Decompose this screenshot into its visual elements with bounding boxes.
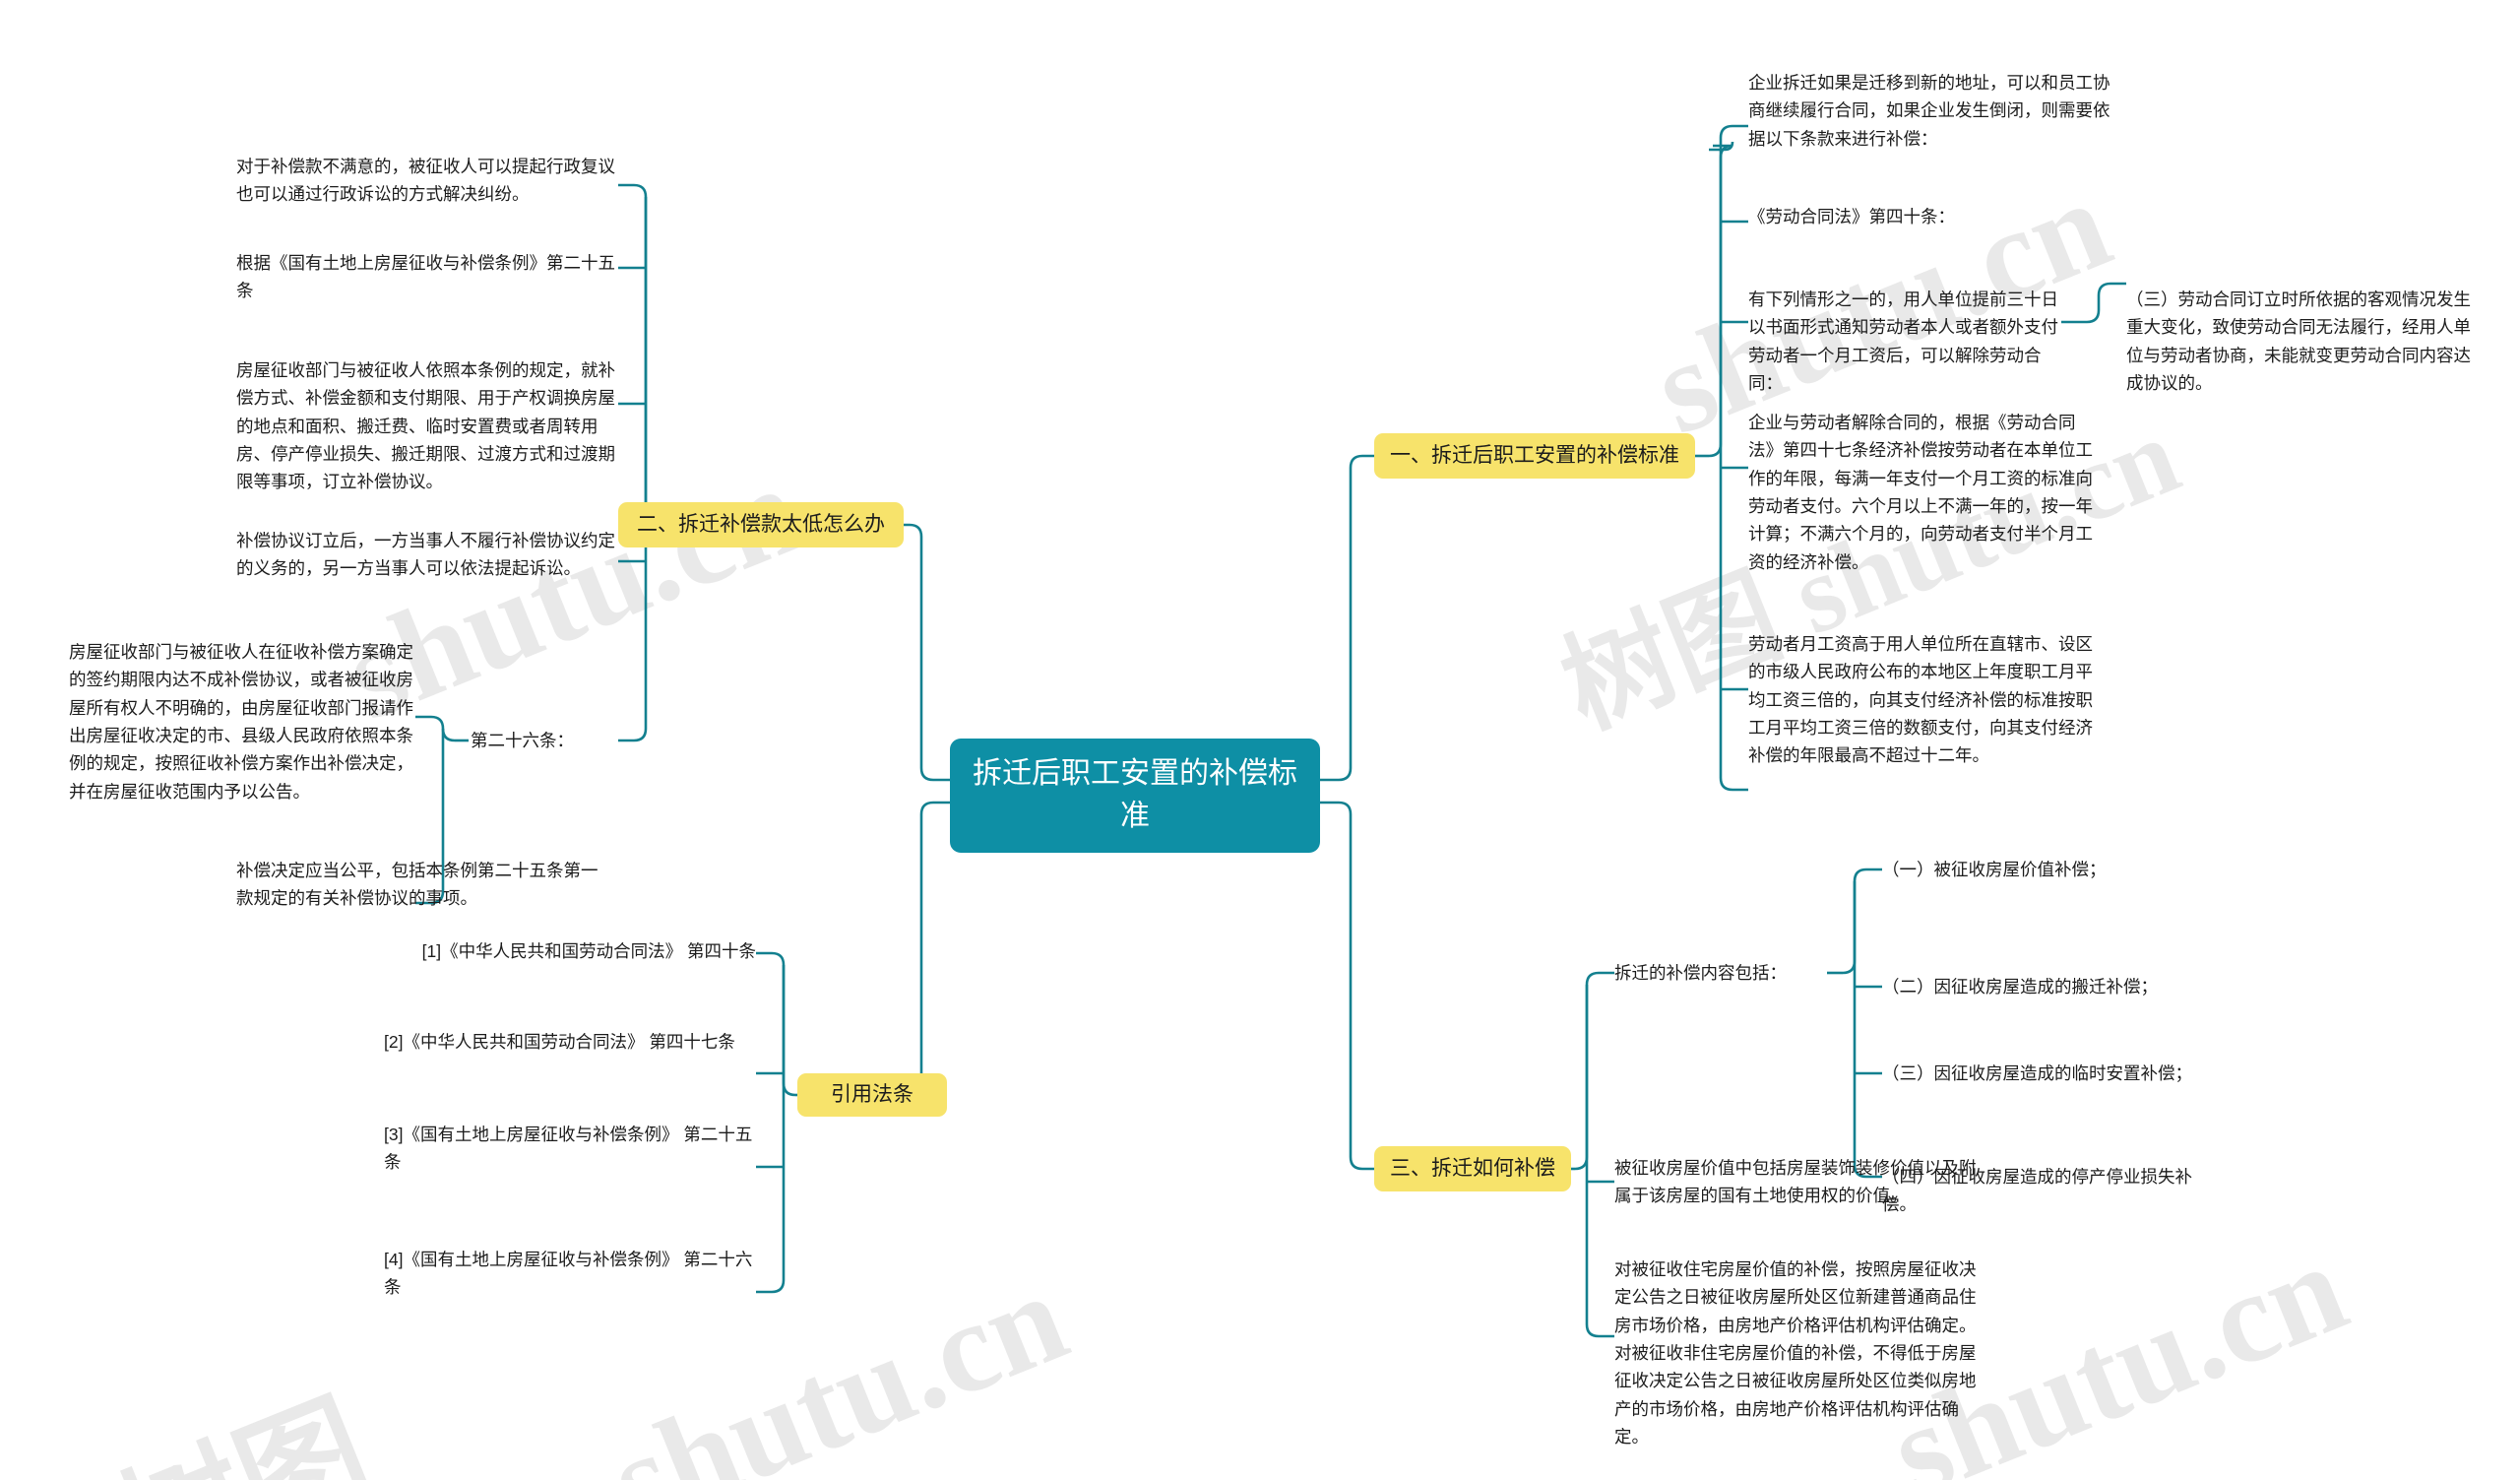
leaf-node[interactable]: [3]《国有土地上房屋征收与补偿条例》 第二十五条	[384, 1121, 756, 1177]
leaf-node[interactable]: （三）因征收房屋造成的临时安置补偿；	[1882, 1060, 2217, 1087]
leaf-node[interactable]: 被征收房屋价值中包括房屋装饰装修价值以及附属于该房屋的国有土地使用权的价值。	[1614, 1154, 1986, 1210]
leaf-node[interactable]: 根据《国有土地上房屋征收与补偿条例》第二十五条	[236, 249, 618, 305]
leaf-node[interactable]: 对被征收住宅房屋价值的补偿，按照房屋征收决定公告之日被征收房屋所处区位新建普通商…	[1614, 1255, 1977, 1450]
branch-node-1[interactable]: 一、拆迁后职工安置的补偿标准	[1374, 433, 1695, 479]
leaf-node[interactable]: 拆迁的补偿内容包括：	[1614, 959, 1827, 987]
leaf-node[interactable]: （二）因征收房屋造成的搬迁补偿；	[1882, 973, 2217, 1000]
root-node[interactable]: 拆迁后职工安置的补偿标准	[950, 739, 1320, 853]
branch-node-4-label: 三、拆迁如何补偿	[1390, 1157, 1555, 1181]
leaf-node[interactable]: 企业拆迁如果是迁移到新的地址，可以和员工协商继续履行合同，如果企业发生倒闭，则需…	[1748, 69, 2120, 153]
mindmap-canvas: shutu.cn shutu.cn 树图 shutu.cn shutu.cn s…	[0, 0, 2520, 1480]
root-node-label: 拆迁后职工安置的补偿标准	[973, 757, 1297, 832]
branch-node-2[interactable]: 二、拆迁补偿款太低怎么办	[618, 502, 904, 547]
leaf-node[interactable]: 有下列情形之一的，用人单位提前三十日以书面形式通知劳动者本人或者额外支付劳动者一…	[1748, 286, 2061, 397]
leaf-node[interactable]: [1]《中华人民共和国劳动合同法》 第四十条	[384, 937, 756, 965]
leaf-node[interactable]: 《劳动合同法》第四十条：	[1748, 203, 2120, 230]
leaf-node[interactable]: 补偿协议订立后，一方当事人不履行补偿协议约定的义务的，另一方当事人可以依法提起诉…	[236, 527, 618, 583]
leaf-node[interactable]: （三）劳动合同订立时所依据的客观情况发生重大变化，致使劳动合同无法履行，经用人单…	[2126, 286, 2473, 397]
leaf-node[interactable]: [2]《中华人民共和国劳动合同法》 第四十七条	[384, 1028, 756, 1056]
branch-node-4[interactable]: 三、拆迁如何补偿	[1374, 1146, 1571, 1191]
leaf-node[interactable]: [4]《国有土地上房屋征收与补偿条例》 第二十六条	[384, 1246, 756, 1302]
branch-node-3[interactable]: 引用法条	[797, 1073, 947, 1117]
leaf-node[interactable]: 房屋征收部门与被征收人依照本条例的规定，就补偿方式、补偿金额和支付期限、用于产权…	[236, 356, 618, 496]
leaf-node[interactable]: 对于补偿款不满意的，被征收人可以提起行政复议也可以通过行政诉讼的方式解决纠纷。	[236, 153, 618, 209]
leaf-node[interactable]: 第二十六条：	[471, 727, 618, 754]
branch-node-3-label: 引用法条	[831, 1083, 914, 1107]
leaf-node[interactable]: 企业与劳动者解除合同的，根据《劳动合同法》第四十七条经济补偿按劳动者在本单位工作…	[1748, 409, 2095, 576]
leaf-node[interactable]: （一）被征收房屋价值补偿；	[1882, 856, 2217, 883]
leaf-node[interactable]: 补偿决定应当公平，包括本条例第二十五条第一款规定的有关补偿协议的事项。	[236, 857, 612, 913]
branch-node-2-label: 二、拆迁补偿款太低怎么办	[637, 513, 885, 537]
leaf-node[interactable]: 房屋征收部门与被征收人在征收补偿方案确定的签约期限内达不成补偿协议，或者被征收房…	[69, 638, 415, 805]
leaf-node[interactable]: 劳动者月工资高于用人单位所在直辖市、设区的市级人民政府公布的本地区上年度职工月平…	[1748, 630, 2095, 770]
branch-node-1-label: 一、拆迁后职工安置的补偿标准	[1390, 444, 1679, 468]
